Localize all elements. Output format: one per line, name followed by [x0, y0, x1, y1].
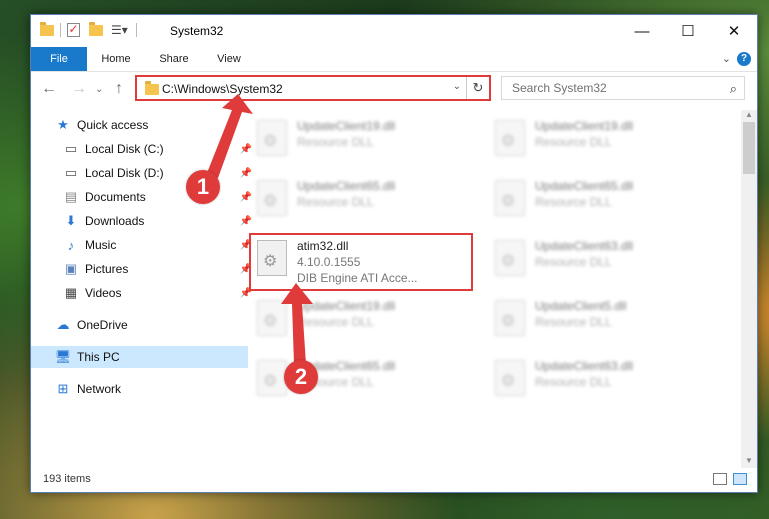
step-1-badge: 1 — [186, 170, 220, 204]
arrow-1-shape — [205, 94, 253, 178]
step-2-badge: 2 — [284, 360, 318, 394]
annotation-arrows — [205, 94, 313, 364]
arrow-2-shape — [281, 283, 313, 364]
